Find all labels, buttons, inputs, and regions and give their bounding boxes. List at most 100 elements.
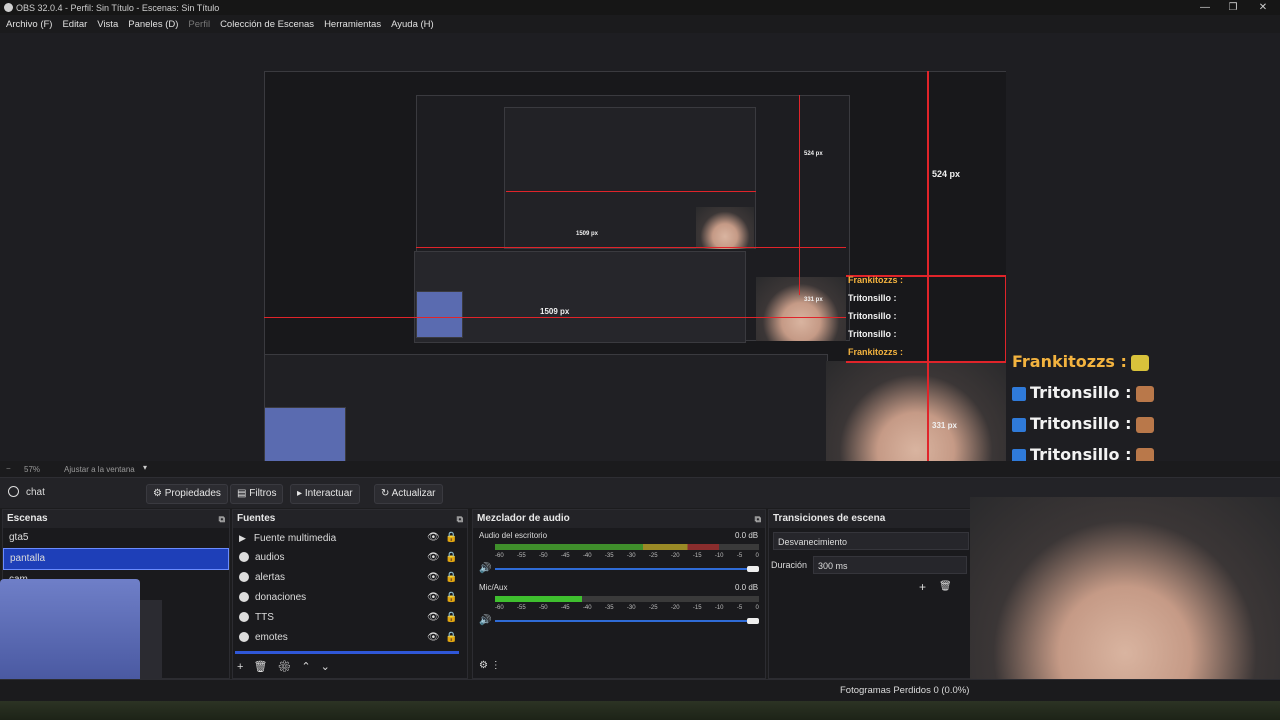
source-item[interactable]: donaciones 👁 🔒 (233, 588, 467, 608)
game-thumbnail-small (416, 291, 463, 338)
interact-label: Interactuar (304, 488, 353, 499)
db-tick: -50 (538, 605, 548, 611)
chat-line: Tritonsillo : (1012, 377, 1212, 408)
browser-icon (239, 572, 249, 583)
transitions-panel: Transiciones de escena Desvanecimiento D… (768, 509, 972, 679)
source-item[interactable]: TTS 👁 🔒 (233, 608, 467, 628)
volume-slider[interactable] (495, 568, 759, 570)
db-tick: -20 (670, 553, 680, 559)
zoom-bar: − 57% Ajustar a la ventana ▾ (0, 461, 1280, 477)
menu-herramientas[interactable]: Herramientas (324, 19, 381, 30)
db-tick: -5 (736, 605, 743, 611)
db-tick: -15 (692, 553, 702, 559)
refresh-button[interactable]: ↻ Actualizar (374, 484, 443, 504)
mixer-settings-icon[interactable]: ⚙ ⋮ (479, 660, 501, 671)
grass-background (0, 701, 1280, 720)
chat-line: Tritonsillo : (1012, 408, 1212, 439)
browser-icon (239, 612, 249, 623)
down-icon[interactable]: ⌄ (321, 661, 340, 673)
panel-title: Fuentes (237, 513, 276, 524)
twitch-badge-icon (1012, 417, 1026, 432)
volume-slider[interactable] (495, 620, 759, 622)
properties-button[interactable]: ⚙ Propiedades (146, 484, 228, 504)
restore-button[interactable]: ❐ (1218, 0, 1248, 15)
lock-icon[interactable]: 🔒 (445, 528, 457, 548)
dock-icon[interactable]: ⧉ (755, 510, 761, 528)
eye-icon[interactable]: 👁 (427, 568, 440, 588)
source-item[interactable]: ▶ Fuente multimedia 👁 🔒 (233, 528, 467, 548)
dock-icon[interactable]: ⧉ (219, 510, 225, 528)
menu-perfil[interactable]: Perfil (188, 19, 210, 30)
duration-input[interactable]: 300 ms (813, 556, 967, 574)
eye-icon[interactable]: 👁 (427, 588, 440, 608)
measure-label-top-small: 524 px (804, 151, 823, 157)
transition-value: Desvanecimiento (778, 537, 848, 547)
up-icon[interactable]: ⌃ (301, 661, 320, 673)
speaker-icon[interactable]: 🔊 (479, 563, 491, 574)
lock-icon[interactable]: 🔒 (445, 628, 457, 648)
menu-vista[interactable]: Vista (97, 19, 118, 30)
filters-button[interactable]: ▤ Filtros (230, 484, 284, 504)
lock-icon[interactable]: 🔒 (445, 568, 457, 588)
nested-panels (414, 251, 746, 343)
panel-header: Fuentes ⧉ (233, 510, 467, 528)
volume-slider-knob[interactable] (747, 618, 759, 624)
measure-line-small-horizontal (416, 247, 846, 248)
menu-coleccion[interactable]: Colección de Escenas (220, 19, 314, 30)
emote-icon (1135, 416, 1154, 433)
browser-icon (239, 552, 249, 563)
db-tick: 0 (755, 605, 759, 611)
emote-icon (1135, 385, 1154, 402)
source-item[interactable]: alertas 👁 🔒 (233, 568, 467, 588)
minimize-button[interactable]: — (1190, 0, 1220, 15)
chat-user: Tritonsillo (1030, 383, 1120, 402)
trash-icon[interactable]: 🗑 (253, 661, 277, 673)
measure-line-horizontal (264, 317, 846, 318)
lock-icon[interactable]: 🔒 (445, 608, 457, 628)
chat-preview-small: Frankitozzs : Tritonsillo : Tritonsillo … (848, 275, 904, 357)
menu-paneles[interactable]: Paneles (D) (128, 19, 178, 30)
menu-ayuda[interactable]: Ayuda (H) (391, 19, 434, 30)
db-tick: -40 (582, 553, 592, 559)
volume-slider-knob[interactable] (747, 566, 759, 572)
menu-editar[interactable]: Editar (62, 19, 87, 30)
panel-title: Mezclador de audio (477, 513, 570, 524)
preview-area[interactable]: 524 px 1509 px 331 px 524 px 1509 px 331… (0, 33, 1280, 495)
db-tick: -20 (670, 605, 680, 611)
sources-panel: Fuentes ⧉ ▶ Fuente multimedia 👁 🔒 audios 👁 🔒 a… (232, 509, 468, 679)
webcam-preview-small (756, 277, 846, 341)
add-icon[interactable]: + (237, 661, 253, 673)
zoom-fit[interactable]: Ajustar a la ventana (64, 465, 135, 474)
trash-icon[interactable]: 🗑 (939, 581, 952, 592)
measure-label-right: 331 px (932, 421, 957, 430)
preview-canvas[interactable]: 524 px 1509 px 331 px 524 px 1509 px 331… (264, 71, 1006, 489)
zoom-out-icon[interactable]: − (6, 464, 11, 473)
speaker-icon[interactable]: 🔊 (479, 615, 491, 626)
dock-icon[interactable]: ⧉ (457, 510, 463, 528)
menu-archivo[interactable]: Archivo (F) (6, 19, 52, 30)
eye-icon[interactable]: 👁 (427, 528, 440, 548)
transition-select[interactable]: Desvanecimiento (773, 532, 969, 550)
db-tick: -55 (516, 605, 526, 611)
source-label: donaciones (255, 592, 307, 603)
eye-icon[interactable]: 👁 (427, 628, 440, 648)
scene-item[interactable]: gta5 (3, 528, 229, 548)
selection-right-edge (1005, 275, 1006, 363)
source-item[interactable]: emotes 👁 🔒 (233, 628, 467, 648)
eye-icon[interactable]: 👁 (427, 608, 440, 628)
play-icon: ▶ (239, 533, 246, 543)
db-tick: -60 (495, 553, 504, 559)
close-button[interactable]: ✕ (1248, 0, 1278, 15)
db-tick: -45 (560, 553, 570, 559)
lock-icon[interactable]: 🔒 (445, 588, 457, 608)
eye-icon[interactable]: 👁 (427, 548, 440, 568)
interact-button[interactable]: ▸ Interactuar (290, 484, 360, 504)
add-transition-icon[interactable]: + (919, 580, 926, 594)
selection-bottom-edge (846, 361, 1006, 363)
zoom-dropdown-icon[interactable]: ▾ (143, 463, 147, 472)
scene-item-selected[interactable]: pantalla (3, 548, 229, 570)
db-tick: -35 (604, 553, 614, 559)
lock-icon[interactable]: 🔒 (445, 548, 457, 568)
gear-icon[interactable]: ⚙ (277, 661, 301, 673)
source-item[interactable]: audios 👁 🔒 (233, 548, 467, 568)
